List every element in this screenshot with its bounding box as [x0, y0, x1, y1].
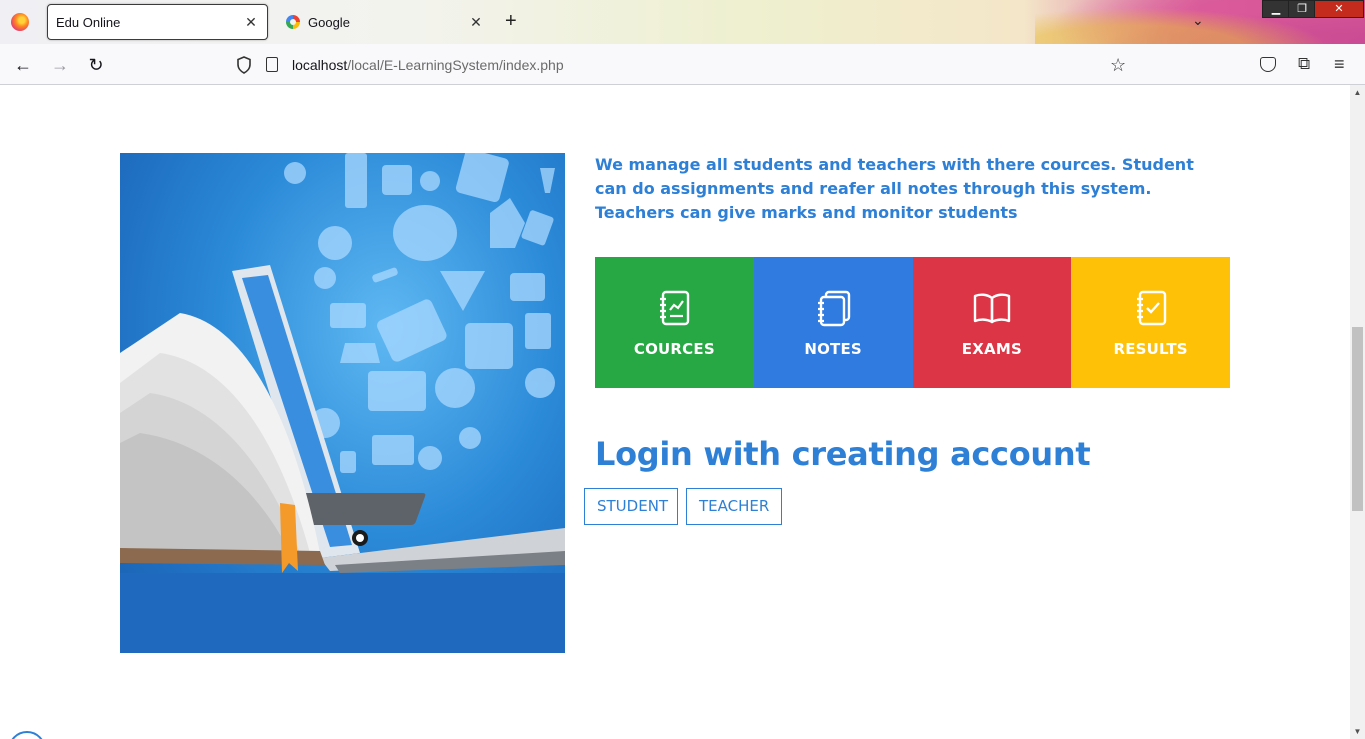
- tile-courses[interactable]: COURCES: [595, 257, 754, 388]
- new-tab-button[interactable]: +: [505, 11, 517, 31]
- tile-exams[interactable]: EXAMS: [912, 257, 1072, 388]
- open-book-icon: [973, 292, 1011, 323]
- tab-edu-online[interactable]: Edu Online ✕: [47, 4, 268, 40]
- tile-results[interactable]: RESULTS: [1071, 257, 1230, 388]
- list-all-tabs-icon[interactable]: ⌄: [1192, 12, 1204, 29]
- student-login-button[interactable]: STUDENT: [584, 488, 678, 525]
- tab-title: Google: [308, 14, 350, 30]
- reload-icon[interactable]: ↻: [85, 54, 107, 76]
- forward-arrow-icon[interactable]: →: [49, 54, 71, 76]
- tile-label: NOTES: [804, 339, 862, 358]
- tab-title: Edu Online: [56, 14, 121, 30]
- tile-label: RESULTS: [1113, 339, 1188, 358]
- login-heading: Login with creating account: [595, 435, 1091, 473]
- tile-label: EXAMS: [961, 339, 1022, 358]
- floating-chat-button[interactable]: [8, 731, 46, 739]
- scroll-down-arrow-icon[interactable]: ▼: [1350, 724, 1365, 739]
- star-icon[interactable]: ☆: [1110, 55, 1126, 76]
- back-arrow-icon[interactable]: ←: [12, 54, 34, 76]
- tab-google[interactable]: Google ✕: [278, 4, 492, 40]
- teacher-login-button[interactable]: TEACHER: [686, 488, 782, 525]
- google-favicon-icon: [286, 15, 300, 29]
- page-scrollbar[interactable]: ▲ ▼: [1350, 85, 1365, 739]
- scroll-up-arrow-icon[interactable]: ▲: [1350, 85, 1365, 100]
- tile-label: COURCES: [633, 339, 715, 358]
- intro-paragraph: We manage all students and teachers with…: [595, 155, 1194, 222]
- laptop-book-illustration: [120, 153, 565, 653]
- tile-notes[interactable]: NOTES: [753, 257, 913, 388]
- url-path: /local/E-LearningSystem/index.php: [347, 57, 564, 73]
- url-bar[interactable]: localhost/local/E-LearningSystem/index.p…: [292, 57, 564, 73]
- page-viewport: We manage all students and teachers with…: [0, 85, 1350, 739]
- close-tab-icon[interactable]: ✕: [468, 14, 484, 31]
- firefox-logo-icon[interactable]: [11, 13, 29, 31]
- browser-tab-bar: Edu Online ✕ Google ✕ + ⌄ ▁ ❐ ✕: [0, 0, 1365, 44]
- courses-notebook-icon: [660, 290, 690, 325]
- close-window-button[interactable]: ✕: [1314, 0, 1364, 18]
- page-icon[interactable]: [266, 57, 278, 72]
- scrollbar-thumb[interactable]: [1352, 327, 1363, 511]
- notes-notebook-icon: [818, 290, 851, 326]
- shield-icon[interactable]: [236, 56, 252, 74]
- feature-tiles: COURCES NOTES EXAMS RESULTS: [595, 257, 1230, 388]
- minimize-window-button[interactable]: ▁: [1262, 0, 1290, 18]
- hamburger-menu-icon[interactable]: ≡: [1334, 54, 1345, 75]
- puzzle-icon[interactable]: ⧉: [1298, 54, 1310, 74]
- close-tab-icon[interactable]: ✕: [243, 14, 259, 31]
- url-host: localhost: [292, 57, 348, 73]
- elearning-hero-image: [120, 153, 565, 653]
- checklist-notebook-icon: [1136, 290, 1166, 325]
- restore-window-button[interactable]: ❐: [1288, 0, 1316, 18]
- browser-navigation-bar: ← → ↻ localhost/local/E-LearningSystem/i…: [0, 44, 1365, 85]
- pocket-icon[interactable]: [1260, 57, 1276, 72]
